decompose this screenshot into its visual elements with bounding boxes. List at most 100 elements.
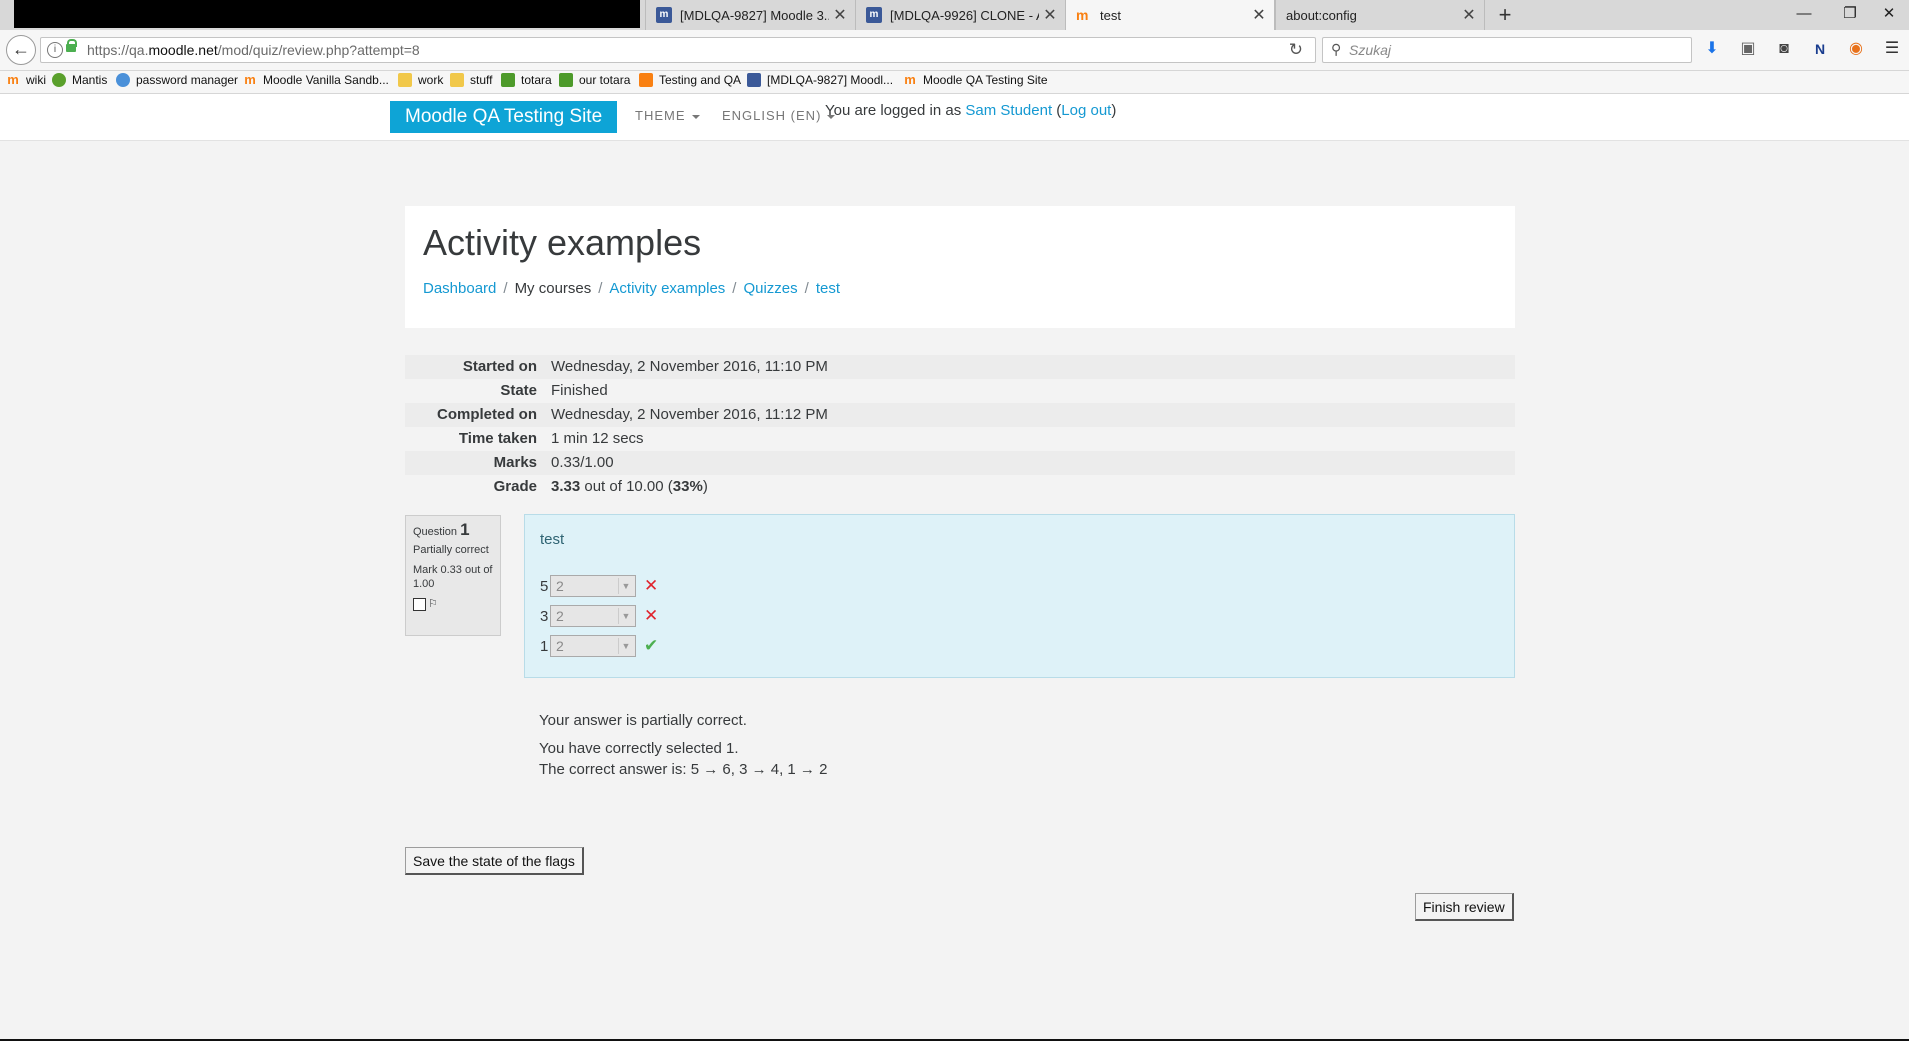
url-text[interactable]: https://qa.moodle.net/mod/quiz/review.ph… [87,42,420,58]
moodle-icon: m [7,72,19,87]
page-title: Activity examples [423,222,702,263]
feedback-selected: You have correctly selected 1. [539,740,739,757]
search-bar[interactable]: ⚲ Szukaj [1322,37,1692,63]
bookmark-moodle-vanilla[interactable]: m Moodle Vanilla Sandb... [243,72,389,88]
address-bar[interactable]: i https://qa.moodle.net/mod/quiz/review.… [40,37,1316,63]
bookmark-totara[interactable]: totara [501,73,552,87]
moodle-icon: m [1076,7,1089,23]
site-header: Moodle QA Testing Site THEME ENGLISH (EN… [0,94,1909,141]
minimize-icon[interactable]: — [1781,0,1827,30]
finish-review-button[interactable]: Finish review [1415,893,1514,921]
bookmark-wiki[interactable]: m wiki [6,72,46,88]
question-number: Question 1 [413,520,470,539]
search-placeholder: Szukaj [1349,42,1392,58]
bookmark-mdlqa-9827[interactable]: [MDLQA-9827] Moodl... [747,73,893,87]
tab-mdlqa-9926[interactable]: m [MDLQA-9926] CLONE - A... ✕ [855,0,1065,30]
firefox-icon[interactable]: ◉ [1846,39,1866,59]
answer-select[interactable]: 2 ▼ [550,635,636,657]
redacted-area [14,0,640,28]
flag-checkbox[interactable] [413,597,426,611]
answer-select[interactable]: 2 ▼ [550,575,636,597]
bookmark-our-totara[interactable]: our totara [559,73,630,87]
feedback-correct-answer: The correct answer is: 5 → 6, 3 → 4, 1 →… [539,761,828,778]
back-button[interactable]: ← [6,35,36,65]
lock-icon [66,39,77,52]
mantis-icon [52,73,66,87]
new-tab-button[interactable]: + [1492,3,1518,27]
bookmark-folder-stuff[interactable]: stuff [450,73,492,87]
totara-icon [559,73,573,87]
breadcrumb-test[interactable]: test [816,280,840,297]
summary-row-state: State Finished [405,379,1515,403]
summary-row-grade: Grade 3.33 out of 10.00 (33%) [405,475,1515,499]
match-row: 5 2 ▼ ✕ [540,575,659,597]
summary-row-time-taken: Time taken 1 min 12 secs [405,427,1515,451]
onenote-icon[interactable]: N [1810,39,1830,59]
folder-icon [398,73,412,87]
language-menu[interactable]: ENGLISH (EN) [722,108,836,123]
incorrect-icon: ✕ [644,576,659,595]
moodle-tracker-icon: m [656,7,672,23]
summary-row-completed: Completed on Wednesday, 2 November 2016, … [405,403,1515,427]
reload-icon[interactable]: ↻ [1289,40,1303,60]
moodle-icon: m [904,72,916,87]
moodle-icon: m [244,72,256,87]
flag-icon: ⚐ [428,598,438,611]
folder-icon [450,73,464,87]
moodle-tracker-icon: m [866,7,882,23]
chevron-down-icon: ▼ [618,638,633,654]
password-manager-icon [116,73,130,87]
tab-about-config[interactable]: about:config ✕ [1275,0,1485,30]
login-info: You are logged in as Sam Student (Log ou… [825,102,1117,119]
question-mark: Mark 0.33 out of 1.00 [413,564,493,590]
breadcrumb-my-courses: My courses [514,280,592,297]
site-brand-link[interactable]: Moodle QA Testing Site [390,101,618,133]
bookmarks-bar: m wiki Mantis password manager m Moodle Va… [0,71,1909,94]
theme-menu[interactable]: THEME [635,108,700,123]
match-row: 3 2 ▼ ✕ [540,605,659,627]
incorrect-icon: ✕ [644,606,659,625]
question-status: Partially correct [413,544,489,556]
close-icon[interactable]: ✕ [1458,5,1480,25]
tab-test[interactable]: m test ✕ [1065,0,1275,30]
question-feedback: Your answer is partially correct. You ha… [539,710,827,780]
close-icon[interactable]: ✕ [829,5,851,25]
answer-select[interactable]: 2 ▼ [550,605,636,627]
feedback-overall: Your answer is partially correct. [539,712,747,729]
close-icon[interactable]: ✕ [1248,5,1270,25]
bookmark-testing-qa[interactable]: Testing and QA [639,73,741,87]
info-icon[interactable]: i [47,42,63,58]
menu-icon[interactable]: ☰ [1882,39,1902,59]
bookmark-mantis[interactable]: Mantis [52,73,107,87]
tab-mdlqa-9827[interactable]: m [MDLQA-9827] Moodle 3.... ✕ [645,0,855,30]
chevron-down-icon: ▼ [618,578,633,594]
breadcrumb-quizzes[interactable]: Quizzes [743,280,797,297]
page-header: Activity examples Dashboard / My courses / A… [405,206,1515,328]
browser-navbar: ← i https://qa.moodle.net/mod/quiz/revie… [0,30,1909,71]
search-icon: ⚲ [1331,41,1342,57]
user-profile-link[interactable]: Sam Student [965,102,1052,119]
screenshot-icon[interactable]: ▣ [1738,39,1758,59]
breadcrumb-dashboard[interactable]: Dashboard [423,280,496,297]
question-text: test [540,531,565,548]
totara-icon [501,73,515,87]
bookmark-folder-work[interactable]: work [398,73,443,87]
bookmark-password-manager[interactable]: password manager [116,73,238,87]
window-close-icon[interactable]: ✕ [1866,0,1909,30]
breadcrumb-activity-examples[interactable]: Activity examples [609,280,725,297]
bookmark-moodle-qa-site[interactable]: m Moodle QA Testing Site [903,72,1047,88]
download-icon[interactable]: ⬇ [1702,39,1722,59]
flag-question[interactable]: ⚐ [413,597,493,611]
logout-link[interactable]: Log out [1061,102,1111,119]
pocket-icon[interactable]: ◙ [1774,39,1794,59]
question-info: Question 1 Partially correct Mark 0.33 o… [405,515,501,636]
back-arrow-icon: ← [12,39,30,59]
attempt-summary-table: Started on Wednesday, 2 November 2016, 11… [405,355,1515,499]
testing-icon [639,73,653,87]
save-flags-button[interactable]: Save the state of the flags [405,847,584,875]
question-content: test 5 2 ▼ ✕ 3 2 ▼ ✕ 1 2 ▼ ✔ [524,514,1515,678]
correct-icon: ✔ [644,636,659,655]
breadcrumb: Dashboard / My courses / Activity examples / Q… [423,280,841,297]
close-icon[interactable]: ✕ [1039,5,1061,25]
browser-tab-bar: m [MDLQA-9827] Moodle 3.... ✕ m [MDLQA-9… [0,0,1909,30]
